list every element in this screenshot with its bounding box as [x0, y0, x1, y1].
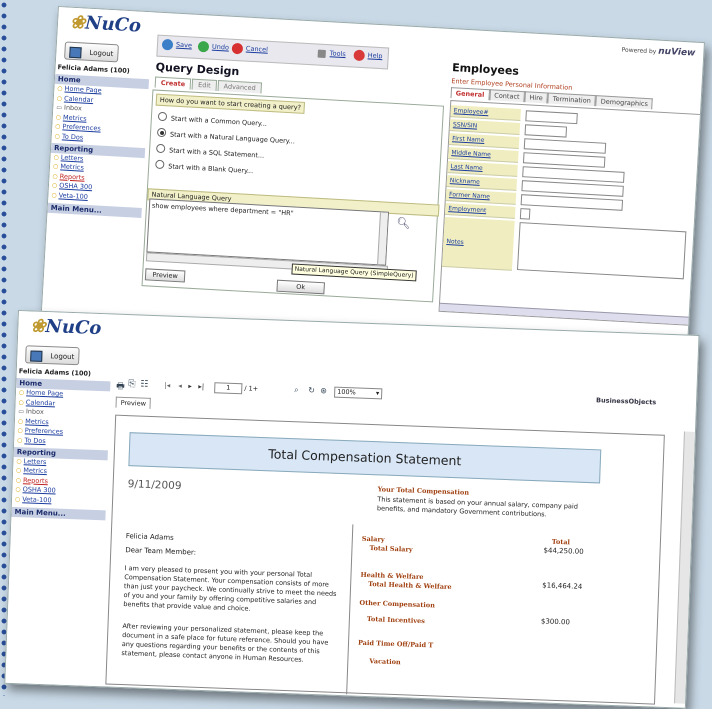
label-nickname: Nickname: [446, 174, 518, 191]
logout-icon: [69, 46, 82, 59]
binoculars-icon[interactable]: ⊛: [320, 386, 327, 395]
employment-agreement-checkbox[interactable]: [519, 208, 531, 220]
logout-button[interactable]: Logout: [64, 41, 119, 63]
sidebar: ❀NuCo Logout Felicia Adams (100) Home Ho…: [5, 311, 115, 687]
ok-button[interactable]: Ok: [276, 279, 325, 295]
ssn-field[interactable]: [524, 124, 568, 138]
tab-create[interactable]: Create: [154, 76, 192, 90]
label-former-name: Former Name: [445, 188, 517, 205]
businessobjects-logo: BusinessObjects: [595, 396, 657, 407]
tree-icon[interactable]: ☷: [140, 380, 148, 390]
radio-icon[interactable]: [155, 159, 165, 170]
employees-title: Employees: [451, 61, 520, 78]
nav-menu: Home Home Page Calendar Inbox Metrics Pr…: [11, 377, 111, 520]
save-icon[interactable]: [161, 38, 174, 51]
total-incentives-label: Total Incentives: [366, 614, 426, 626]
compensation-report-screenshot: ❀NuCo Logout Felicia Adams (100) Home Ho…: [4, 310, 700, 709]
zoom-select[interactable]: 100% ▾: [334, 386, 383, 400]
report-title: Total Compensation Statement: [128, 432, 602, 484]
report-vertical-scrollbar[interactable]: [674, 431, 695, 704]
tab-preview[interactable]: Preview: [115, 396, 152, 409]
vacation-label: Vacation: [369, 657, 401, 667]
nl-vertical-scrollbar[interactable]: [377, 212, 388, 265]
export-icon[interactable]: ⎘: [128, 379, 136, 389]
radio-selected-icon[interactable]: [156, 127, 167, 138]
undo-button[interactable]: Undo: [212, 43, 229, 52]
logout-button[interactable]: Logout: [25, 345, 80, 366]
magnifier-icon[interactable]: 🔍︎: [396, 216, 411, 230]
greeting: Dear Team Member:: [125, 546, 197, 557]
page-count: / 1+: [244, 384, 259, 393]
total-salary-label: Total Salary: [369, 544, 413, 554]
label-middle-name: Middle Name: [448, 147, 519, 163]
undo-icon[interactable]: [197, 40, 210, 53]
tab-contact[interactable]: Contact: [489, 89, 525, 103]
nl-query-tooltip: Natural Language Query (SimpleQuery): [291, 263, 417, 282]
nav-menu: Home Home Page Calendar Inbox Metrics Pr…: [47, 73, 150, 218]
nav-veta-100[interactable]: Veta-100: [12, 495, 106, 508]
powered-by: Powered by nuView: [621, 46, 696, 59]
employee-name: Felicia Adams: [125, 532, 174, 542]
first-page-icon[interactable]: |◂: [164, 381, 170, 389]
query-design-title: Query Design: [155, 60, 240, 79]
label-last-name: Last Name: [447, 161, 518, 177]
employee-form: Employee# SSN/SIN First Name Middle Name…: [438, 100, 702, 326]
tools-icon[interactable]: [317, 49, 326, 59]
query-create-panel: How do you want to start creating a quer…: [141, 89, 445, 303]
sidebar: ❀NuCo Logout Felicia Adams (100) Home Ho…: [39, 7, 155, 354]
cancel-icon[interactable]: [231, 42, 244, 55]
next-page-icon[interactable]: ▸: [188, 382, 192, 390]
label-employment-agreement: Employment Agreement: [444, 202, 516, 226]
chevron-down-icon[interactable]: ▾: [376, 389, 382, 398]
nuco-logo: ❀NuCo: [69, 11, 142, 37]
notes-field[interactable]: [516, 222, 687, 280]
label-ssn: SSN/SIN: [449, 119, 521, 135]
report-date: 9/11/2009: [127, 478, 182, 493]
user-name: Felicia Adams (100): [18, 367, 92, 378]
employee-number-field[interactable]: [525, 110, 578, 125]
column-divider: [346, 524, 354, 695]
label-first-name: First Name: [448, 133, 520, 149]
prev-page-icon[interactable]: ◂: [178, 382, 182, 390]
search-icon[interactable]: ⌕: [294, 385, 299, 395]
query-prompt: How do you want to start creating a quer…: [155, 93, 306, 114]
radio-icon[interactable]: [157, 111, 168, 122]
tab-hire[interactable]: Hire: [524, 91, 549, 104]
employee-horizontal-scrollbar[interactable]: [439, 302, 690, 325]
last-page-icon[interactable]: ▸|: [198, 383, 204, 391]
print-icon[interactable]: 🖶: [116, 379, 125, 395]
compensation-report-page: Total Compensation Statement 9/11/2009 Y…: [105, 414, 665, 705]
total-column-header: Total: [551, 537, 571, 547]
label-employee-number: Employee#: [450, 105, 521, 121]
refresh-icon[interactable]: ↻: [308, 386, 315, 395]
save-button[interactable]: Save: [176, 41, 192, 50]
tab-demographics[interactable]: Demographics: [595, 95, 654, 110]
logout-icon: [30, 350, 43, 362]
paid-time-off-section: Paid Time Off/Paid T: [357, 638, 434, 650]
tab-general[interactable]: General: [450, 87, 490, 101]
nuco-logo: ❀NuCo: [30, 315, 102, 340]
salary-section: Salary: [361, 534, 385, 544]
closing-paragraph: After reviewing your personalized statem…: [121, 622, 329, 664]
help-button[interactable]: Help: [368, 51, 383, 60]
total-comp-description: This statement is based on your annual s…: [376, 495, 579, 519]
total-salary-value: $44,250.00: [543, 546, 584, 556]
tab-advanced[interactable]: Advanced: [217, 80, 263, 94]
tab-termination[interactable]: Termination: [547, 92, 597, 107]
tab-edit[interactable]: Edit: [191, 78, 218, 91]
preview-button[interactable]: Preview: [144, 268, 186, 283]
report-viewer-toolbar: 🖶 ⎘ ☷ |◂ ◂ ▸ ▸| 1 / 1+ ⌕ ↻ ⊛ 100% ▾ Busin…: [116, 377, 676, 414]
radio-icon[interactable]: [155, 143, 166, 154]
total-health-welfare-label: Total Health & Welfare: [368, 580, 452, 592]
intro-paragraph: I am very pleased to present you with yo…: [123, 564, 337, 613]
tools-button[interactable]: Tools: [330, 49, 346, 58]
main-menu-link[interactable]: Main Menu...: [11, 506, 106, 520]
page-number-input[interactable]: 1: [214, 382, 243, 395]
label-notes: Notes: [442, 216, 515, 271]
help-icon[interactable]: [353, 49, 366, 62]
cancel-button[interactable]: Cancel: [246, 45, 268, 54]
total-health-welfare-value: $16,464.24: [542, 581, 583, 591]
total-incentives-value: $300.00: [540, 617, 571, 627]
other-compensation-section: Other Compensation: [359, 598, 436, 610]
